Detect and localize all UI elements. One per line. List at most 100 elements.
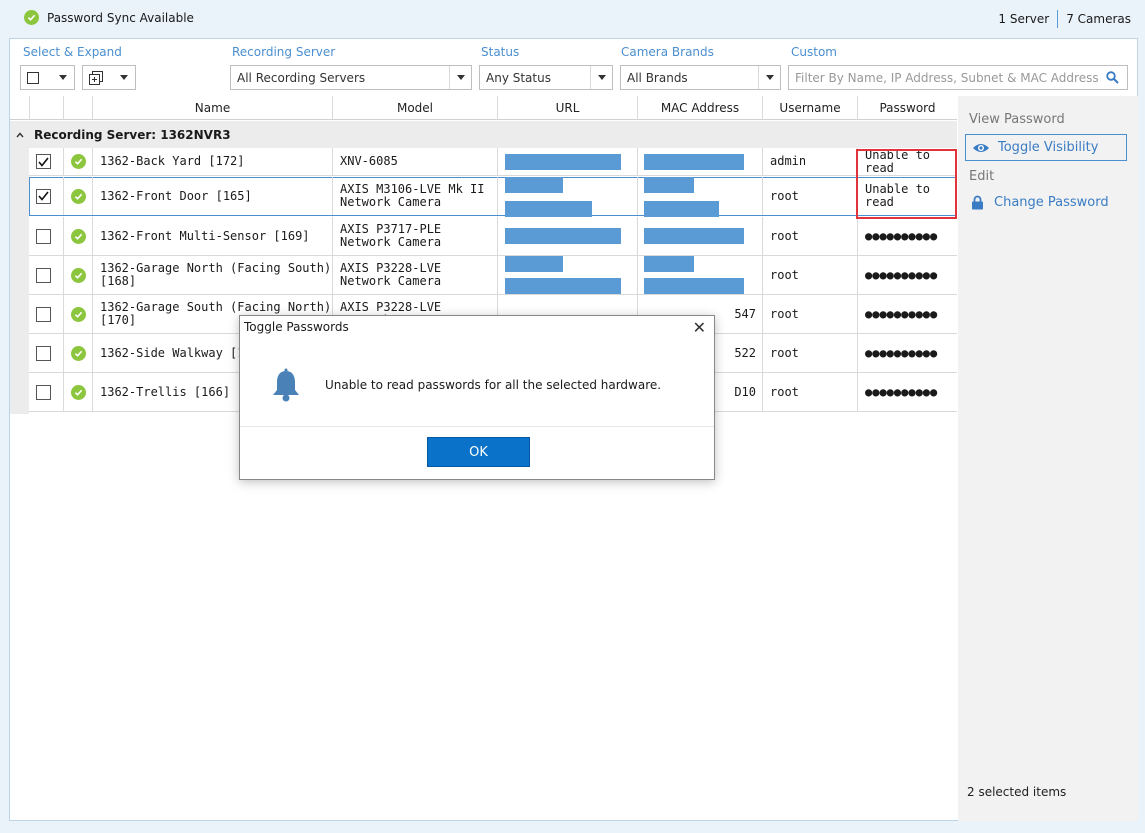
row-checkbox[interactable]: [36, 188, 51, 204]
row-name: 1362-Garage North (Facing South) [168]: [92, 256, 332, 294]
expand-dropdown[interactable]: [82, 65, 136, 90]
header-username[interactable]: Username: [762, 96, 857, 120]
check-circle-icon: [71, 345, 86, 361]
row-checkbox[interactable]: [36, 154, 51, 169]
recording-server-value: All Recording Servers: [237, 70, 366, 85]
header-model[interactable]: Model: [332, 96, 497, 120]
row-checkbox[interactable]: [36, 345, 51, 361]
server-count: 1 Server: [998, 12, 1050, 26]
select-expand-label: Select & Expand: [23, 45, 122, 59]
row-username: root: [762, 217, 857, 255]
redacted-block: [505, 256, 563, 272]
check-circle-icon: [71, 154, 86, 169]
dialog-message: Unable to read passwords for all the sel…: [325, 378, 662, 392]
row-url: [497, 148, 637, 175]
row-password: ●●●●●●●●●●: [857, 217, 957, 255]
checkmark-icon: [38, 191, 49, 201]
row-checkbox[interactable]: [36, 306, 51, 322]
row-checkbox[interactable]: [36, 384, 51, 400]
redacted-block: [644, 278, 744, 294]
ok-button[interactable]: OK: [427, 437, 530, 467]
edit-heading: Edit: [969, 169, 995, 184]
camera-count: 7 Cameras: [1066, 12, 1131, 26]
row-mac: [637, 256, 762, 294]
header-status: [63, 96, 92, 120]
status-label: Status: [481, 45, 520, 59]
row-select-cell: [29, 148, 63, 175]
row-password: ●●●●●●●●●●: [857, 295, 957, 333]
row-select-cell: [29, 373, 63, 411]
row-username: root: [762, 373, 857, 411]
camera-brands-select[interactable]: All Brands: [620, 65, 781, 90]
row-select-cell: [29, 177, 63, 215]
row-username: root: [762, 177, 857, 215]
row-name: 1362-Front Multi-Sensor [169]: [92, 217, 332, 255]
table-row[interactable]: 1362-Garage North (Facing South) [168] A…: [29, 256, 957, 295]
toggle-visibility-button[interactable]: Toggle Visibility: [965, 134, 1127, 161]
status-value: Any Status: [486, 70, 551, 85]
custom-filter-placeholder: Filter By Name, IP Address, Subnet & MAC…: [795, 70, 1099, 85]
header-password[interactable]: Password: [857, 96, 957, 120]
row-status-cell: [63, 334, 92, 372]
close-icon[interactable]: ✕: [693, 318, 706, 337]
bell-icon: [273, 368, 299, 402]
header-mac-address[interactable]: MAC Address: [637, 96, 762, 120]
row-username: admin: [762, 148, 857, 175]
table-row[interactable]: 1362-Front Multi-Sensor [169] AXIS P3717…: [29, 217, 957, 256]
row-url: [497, 256, 637, 294]
select-all-dropdown[interactable]: [20, 65, 75, 90]
chevron-up-icon[interactable]: [16, 131, 24, 138]
row-password: ●●●●●●●●●●: [857, 256, 957, 294]
redacted-block: [644, 256, 694, 272]
row-select-cell: [29, 334, 63, 372]
chevron-down-icon: [758, 66, 780, 89]
row-checkbox[interactable]: [36, 267, 51, 283]
grid-header: Name Model URL MAC Address Username Pass…: [10, 96, 957, 120]
row-select-cell: [29, 295, 63, 333]
chevron-down-icon: [590, 66, 612, 89]
custom-label: Custom: [791, 45, 837, 59]
group-row[interactable]: Recording Server: 1362NVR3: [10, 121, 957, 148]
row-status-cell: [63, 217, 92, 255]
row-model: XNV-6085: [332, 148, 497, 175]
filter-bar: Select & Expand Recording Server All Rec…: [10, 39, 1137, 95]
toggle-visibility-label: Toggle Visibility: [998, 140, 1099, 155]
redacted-block: [505, 154, 621, 170]
row-name: 1362-Back Yard [172]: [92, 148, 332, 175]
row-model: AXIS P3228-LVE Network Camera: [332, 256, 497, 294]
search-icon[interactable]: [1106, 71, 1119, 84]
header-select: [29, 96, 63, 120]
header-name[interactable]: Name: [92, 96, 332, 120]
row-status-cell: [63, 373, 92, 411]
redacted-block: [505, 177, 563, 193]
row-checkbox[interactable]: [36, 228, 51, 244]
row-mac: [637, 177, 762, 217]
status-select[interactable]: Any Status: [479, 65, 613, 90]
password-sync-label: Password Sync Available: [47, 10, 194, 25]
row-mac: [637, 217, 762, 255]
header-url[interactable]: URL: [497, 96, 637, 120]
camera-brands-value: All Brands: [627, 70, 688, 85]
check-circle-icon: [71, 267, 86, 283]
counts: 1 Server 7 Cameras: [998, 10, 1131, 28]
table-row[interactable]: 1362-Front Door [165] AXIS M3106-LVE Mk …: [29, 177, 957, 217]
row-url: [497, 217, 637, 255]
checkbox-icon: [27, 71, 39, 84]
row-name: 1362-Front Door [165]: [92, 177, 332, 215]
group-label: Recording Server: 1362NVR3: [34, 127, 231, 142]
recording-server-select[interactable]: All Recording Servers: [230, 65, 472, 90]
toggle-passwords-dialog: Toggle Passwords ✕ Unable to read passwo…: [239, 315, 715, 480]
redacted-block: [505, 278, 621, 294]
table-row[interactable]: 1362-Back Yard [172] XNV-6085 admin Unab…: [29, 148, 957, 176]
row-username: root: [762, 256, 857, 294]
custom-filter-input[interactable]: Filter By Name, IP Address, Subnet & MAC…: [788, 65, 1128, 90]
check-circle-icon: [71, 306, 86, 322]
redacted-block: [644, 177, 694, 193]
row-model: AXIS M3106-LVE Mk II Network Camera: [332, 177, 497, 215]
change-password-button[interactable]: Change Password: [971, 195, 1109, 210]
change-password-label: Change Password: [994, 195, 1109, 210]
camera-brands-label: Camera Brands: [621, 45, 714, 59]
row-username: root: [762, 295, 857, 333]
count-divider: [1057, 10, 1059, 28]
password-sync-status: Password Sync Available: [24, 10, 194, 25]
